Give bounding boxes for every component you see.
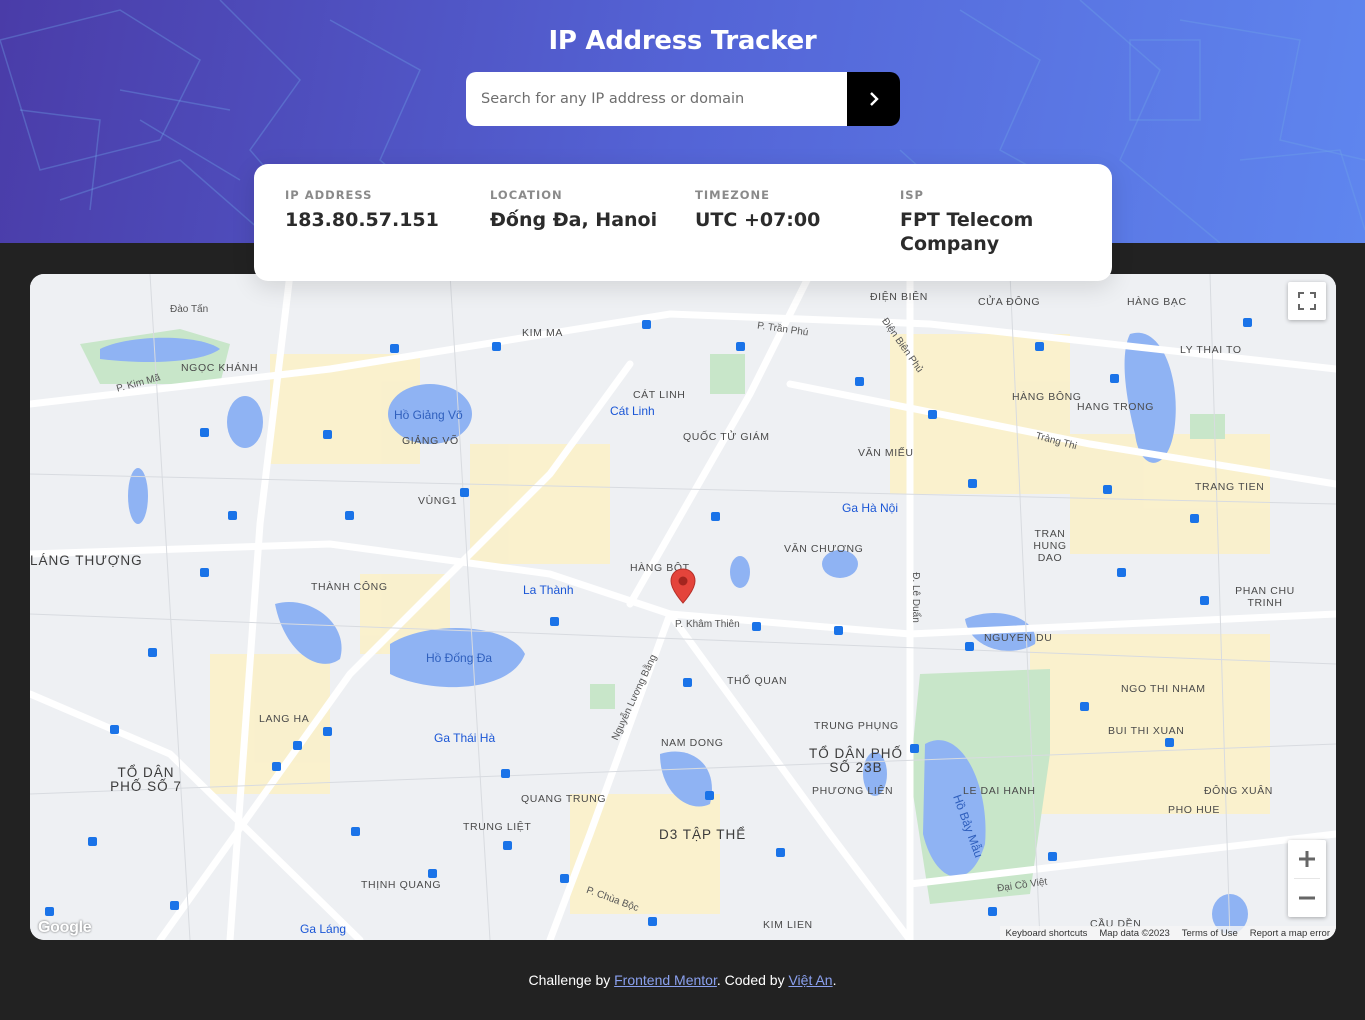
google-logo: Google	[38, 919, 92, 936]
map-label-van-chuong: VĂN CHƯƠNG	[784, 543, 864, 555]
minus-icon	[1299, 896, 1315, 900]
isp-value: FPT Telecom Company	[900, 209, 1034, 255]
map-label-d3-tap-the: D3 TẬP THỂ	[659, 827, 747, 842]
map-label-trung-liet: TRUNG LIỆT	[463, 821, 532, 833]
search-input[interactable]	[466, 72, 847, 126]
map-label-ho-giang-vo: Hồ Giảng Võ	[394, 408, 463, 422]
ip-address-value: 183.80.57.151	[285, 209, 439, 231]
map-label-le-dai-hanh: LE DAI HANH	[963, 785, 1036, 797]
fullscreen-button[interactable]	[1288, 282, 1326, 320]
fullscreen-icon	[1298, 292, 1316, 310]
map-label-to-dan-pho-23b: TỔ DÂN PHỐ SỐ 23B	[808, 746, 903, 775]
plus-icon	[1299, 851, 1315, 867]
map-label-ho-dong-da: Hồ Đống Đa	[426, 651, 493, 665]
location-value: Đống Đa, Hanoi	[490, 209, 658, 231]
map-label-tran-hung-dao: TRAN HUNG DAO	[1033, 528, 1067, 564]
map-label-p-kham-thien: P. Khâm Thiên	[675, 619, 740, 630]
ip-address-section: IP ADDRESS 183.80.57.151	[285, 188, 490, 281]
map-label-ngoc-khanh: NGỌC KHÁNH	[181, 362, 259, 374]
map-label-thinh-quang: THỊNH QUANG	[361, 879, 442, 891]
map-label-tho-quan: THỔ QUAN	[727, 675, 788, 687]
map-label-la-thanh: La Thành	[523, 583, 574, 597]
location-label: LOCATION	[490, 188, 563, 202]
map-label-ga-lang: Ga Láng	[300, 922, 347, 936]
map-label-d-le-duan: Đ. Lê Duẩn	[909, 572, 921, 623]
footer-suffix: .	[832, 972, 837, 988]
map-label-kim-lien: KIM LIEN	[763, 919, 813, 931]
map-label-quang-trung: QUANG TRUNG	[521, 793, 607, 805]
map-label-dao-tan: Đào Tấn	[170, 304, 209, 315]
timezone-label: TIMEZONE	[695, 188, 771, 202]
terms-of-use-link[interactable]: Terms of Use	[1182, 928, 1238, 939]
map-label-trang-tien: TRANG TIEN	[1195, 481, 1265, 493]
map-label-dong-xuan: ĐÔNG XUÂN	[1204, 785, 1273, 797]
map-label-lang-thuong: LÁNG THƯỢNG	[30, 553, 143, 568]
map-label-nguyen-du: NGUYEN DU	[984, 632, 1053, 644]
map-label-cat-linh-station: Cát Linh	[610, 404, 655, 418]
map-label-cua-dong: CỬA ĐÔNG	[978, 296, 1041, 308]
map-label-ngo-thi-nham: NGO THI NHAM	[1121, 683, 1206, 695]
timezone-value: UTC +07:00	[695, 209, 821, 231]
page-title: IP Address Tracker	[548, 26, 817, 56]
map-label-to-dan-pho-7: TỔ DÂN PHỐ SỐ 7	[110, 765, 182, 794]
timezone-section: TIMEZONE UTC +07:00	[695, 188, 900, 281]
map-data-text: Map data ©2023	[1099, 927, 1170, 939]
isp-label: ISP	[900, 188, 924, 202]
map-label-bui-thi-xuan: BUI THI XUAN	[1108, 725, 1185, 737]
location-section: LOCATION Đống Đa, Hanoi	[490, 188, 695, 281]
keyboard-shortcuts-link[interactable]: Keyboard shortcuts	[1006, 928, 1088, 939]
ip-info-card: IP ADDRESS 183.80.57.151 LOCATION Đống Đ…	[254, 164, 1112, 281]
map-label-kim-ma: KIM MA	[522, 327, 563, 339]
map-label-nam-dong: NAM DONG	[661, 737, 724, 749]
map-label-vung1: VÙNG1	[418, 495, 458, 507]
map-view[interactable]: KIM MA NGỌC KHÁNH Đào Tấn CÁT LINH Cát L…	[30, 274, 1336, 940]
map-label-thanh-cong: THÀNH CÔNG	[311, 581, 388, 593]
footer-middle: . Coded by	[716, 972, 789, 988]
zoom-out-button[interactable]	[1288, 879, 1326, 917]
map-label-phuong-lien: PHƯƠNG LIÊN	[812, 785, 894, 797]
map-label-hang-bac: HÀNG BẠC	[1127, 296, 1187, 308]
map-attribution: Keyboard shortcuts Map data ©2023 Terms …	[999, 926, 1336, 940]
zoom-control	[1288, 840, 1326, 917]
map-label-van-mieu: VĂN MIẾU	[858, 447, 914, 459]
ip-address-label: IP ADDRESS	[285, 188, 373, 202]
location-marker-icon[interactable]	[670, 568, 696, 604]
map-label-cat-linh: CÁT LINH	[633, 389, 686, 401]
map-label-hang-bong: HÀNG BÔNG	[1012, 391, 1082, 403]
map-label-dien-bien: ĐIỆN BIÊN	[870, 291, 928, 303]
map-label-lang-ha: LANG HA	[259, 713, 310, 725]
map-label-hang-trong: HANG TRONG	[1077, 401, 1154, 413]
map-label-ly-thai-to: LY THAI TO	[1180, 344, 1242, 356]
search-bar	[466, 72, 900, 126]
map-label-phan-chu-trinh: PHAN CHU TRINH	[1235, 585, 1295, 609]
footer-attribution: Challenge by Frontend Mentor. Coded by V…	[0, 972, 1365, 988]
map-label-ga-thai-ha: Ga Thái Hà	[434, 731, 496, 745]
footer-prefix: Challenge by	[528, 972, 615, 988]
author-link[interactable]: Việt An	[788, 972, 832, 988]
frontend-mentor-link[interactable]: Frontend Mentor	[614, 972, 717, 988]
isp-section: ISP FPT Telecom Company	[900, 188, 1105, 281]
map-label-pho-hue: PHO HUE	[1168, 804, 1221, 816]
map-label-ga-ha-noi: Ga Hà Nội	[842, 501, 899, 515]
map-label-quoc-tu-giam: QUỐC TỬ GIÁM	[683, 431, 770, 443]
zoom-in-button[interactable]	[1288, 840, 1326, 878]
report-map-error-link[interactable]: Report a map error	[1250, 928, 1330, 939]
search-submit-button[interactable]	[847, 72, 900, 126]
chevron-right-icon	[869, 92, 879, 106]
map-label-trung-phung: TRUNG PHỤNG	[814, 720, 899, 732]
map-label-giang-vo: GIẢNG VÕ	[402, 435, 459, 447]
